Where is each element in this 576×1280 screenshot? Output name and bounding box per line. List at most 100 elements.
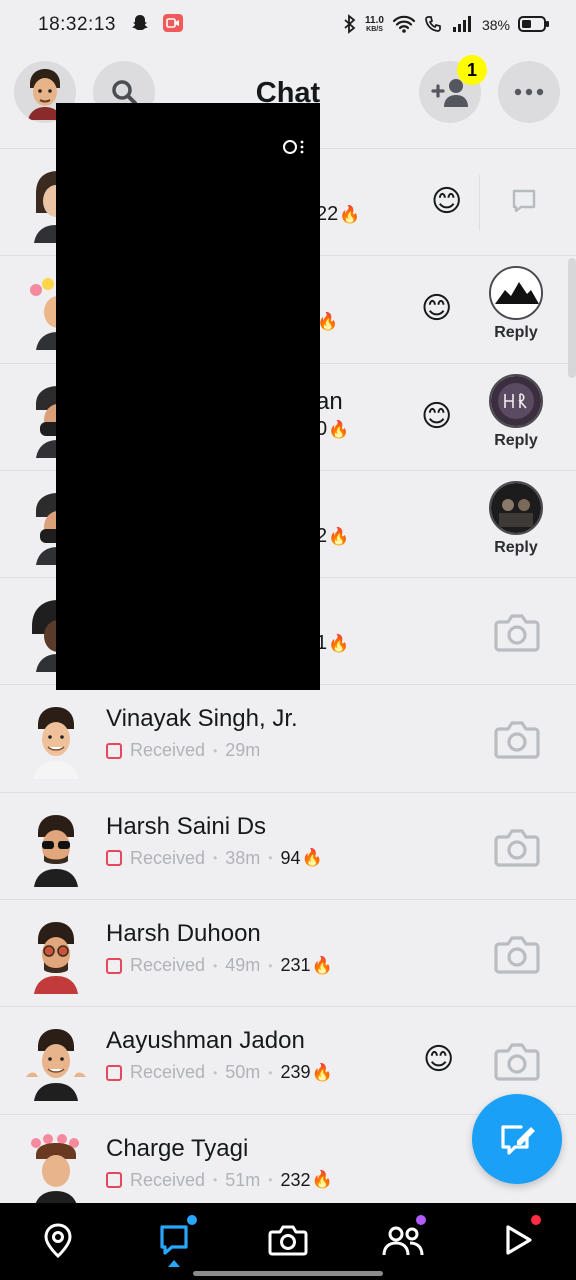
nav-chat[interactable] bbox=[151, 1213, 199, 1263]
fire-icon: 🔥 bbox=[301, 848, 323, 868]
status-time: 18:32:13 bbox=[38, 14, 116, 35]
status-time: 29m bbox=[225, 740, 261, 761]
reply-label: Reply bbox=[494, 431, 538, 449]
chat-row[interactable]: Harsh Saini Ds Received • 38m • 94 🔥 bbox=[0, 792, 576, 901]
story-reply[interactable]: Reply bbox=[488, 480, 544, 557]
nav-stories[interactable] bbox=[380, 1213, 428, 1263]
received-snap-icon bbox=[106, 1064, 122, 1081]
battery-icon bbox=[518, 15, 550, 36]
active-tab-indicator bbox=[168, 1260, 180, 1267]
chat-name: Harsh Duhoon bbox=[106, 920, 261, 948]
camera-reply-icon[interactable] bbox=[494, 717, 540, 761]
fire-icon: 🔥 bbox=[311, 1062, 333, 1082]
screen-record-icon bbox=[162, 13, 184, 38]
story-thumbnail[interactable] bbox=[489, 480, 543, 535]
friend-avatar bbox=[26, 1029, 86, 1102]
friend-emoji: 😊 bbox=[421, 292, 453, 326]
nav-map[interactable] bbox=[35, 1217, 81, 1263]
chat-bubble-icon[interactable] bbox=[510, 187, 538, 220]
home-indicator[interactable] bbox=[193, 1271, 383, 1276]
reply-label: Reply bbox=[494, 324, 538, 342]
chat-status: Received • 29m bbox=[106, 740, 260, 761]
friends-icon bbox=[382, 1226, 424, 1256]
network-speed: 11.0 KB/S bbox=[365, 16, 384, 34]
wifi-calling-icon bbox=[424, 14, 444, 37]
friend-emoji: 😊 bbox=[431, 185, 463, 218]
camera-icon bbox=[268, 1225, 308, 1256]
story-thumbnail[interactable] bbox=[489, 266, 543, 321]
status-label: Received bbox=[130, 1062, 206, 1083]
camera-reply-icon[interactable] bbox=[494, 932, 540, 976]
received-snap-icon bbox=[106, 850, 122, 867]
chat-name-partial: an bbox=[316, 387, 343, 415]
status-time: 51m bbox=[225, 1169, 261, 1190]
received-snap-icon bbox=[106, 1172, 122, 1189]
more-dots-icon bbox=[514, 88, 544, 96]
camera-reply-icon[interactable] bbox=[494, 1039, 540, 1083]
status-time: 50m bbox=[225, 1062, 261, 1083]
network-speed-unit: KB/S bbox=[366, 26, 383, 33]
chat-status: Received • 38m • 94 🔥 bbox=[106, 848, 323, 869]
chat-row[interactable]: Aayushman Jadon Received • 50m • 239 🔥 😊 bbox=[0, 1007, 576, 1115]
camera-reply-icon[interactable] bbox=[494, 825, 540, 869]
compose-chat-icon bbox=[501, 1125, 535, 1155]
camera-reply-icon[interactable] bbox=[494, 610, 540, 654]
status-time: 38m bbox=[225, 847, 261, 868]
overlay-control-icon bbox=[282, 139, 308, 155]
network-speed-value: 11.0 bbox=[365, 15, 384, 26]
chat-icon bbox=[160, 1225, 188, 1255]
streak-count: 239 bbox=[280, 1062, 311, 1083]
friend-avatar bbox=[31, 1133, 79, 1203]
streak-count-partial: 0🔥 bbox=[316, 417, 350, 440]
notification-badge: 1 bbox=[457, 55, 487, 85]
received-snap-icon bbox=[106, 957, 122, 974]
new-chat-button[interactable] bbox=[472, 1094, 562, 1184]
bottom-navigation bbox=[0, 1203, 576, 1280]
chat-name: Vinayak Singh, Jr. bbox=[106, 705, 298, 733]
chat-row[interactable]: Harsh Duhoon Received • 49m • 231 🔥 bbox=[0, 900, 576, 1008]
chat-name: Harsh Saini Ds bbox=[106, 812, 267, 840]
received-snap-icon bbox=[106, 742, 122, 759]
more-options-button[interactable] bbox=[498, 61, 560, 123]
chat-status: Received • 50m • 239 🔥 bbox=[106, 1062, 333, 1083]
chat-name: Aayushman Jadon bbox=[106, 1027, 305, 1055]
chat-notification-dot bbox=[185, 1213, 199, 1227]
streak-count-partial: 1🔥 bbox=[316, 632, 350, 655]
signal-icon bbox=[452, 15, 474, 36]
battery-percent: 38% bbox=[481, 17, 510, 33]
friend-avatar bbox=[34, 922, 78, 995]
row-divider bbox=[479, 175, 480, 231]
play-icon bbox=[506, 1225, 532, 1255]
streak-count: 94 bbox=[280, 847, 301, 868]
nav-spotlight[interactable] bbox=[495, 1213, 543, 1263]
scroll-indicator[interactable] bbox=[568, 258, 576, 378]
status-label: Received bbox=[130, 847, 206, 868]
wifi-icon bbox=[392, 15, 416, 36]
story-thumbnail[interactable] bbox=[489, 373, 543, 428]
streak-count: 232 bbox=[280, 1169, 311, 1190]
friend-emoji: 😊 bbox=[421, 399, 453, 433]
status-time: 49m bbox=[225, 955, 261, 976]
chat-row[interactable]: Vinayak Singh, Jr. Received • 29m bbox=[0, 685, 576, 793]
snapchat-ghost-icon bbox=[130, 13, 150, 38]
chat-status: Received • 49m • 231 🔥 bbox=[106, 955, 333, 976]
stories-notification-dot bbox=[414, 1213, 428, 1227]
status-label: Received bbox=[130, 740, 206, 761]
status-label: Received bbox=[130, 1169, 206, 1190]
nav-camera[interactable] bbox=[265, 1217, 311, 1263]
fire-icon: 🔥 bbox=[311, 955, 333, 975]
streak-count-partial: 22🔥 bbox=[316, 203, 361, 225]
story-reply[interactable]: Reply bbox=[488, 266, 544, 342]
friend-emoji: 😊 bbox=[423, 1043, 455, 1077]
map-pin-icon bbox=[44, 1223, 72, 1258]
story-reply[interactable]: Reply bbox=[488, 373, 544, 450]
streak-count: 231 bbox=[280, 955, 311, 976]
add-friend-button[interactable]: 1 bbox=[419, 55, 487, 123]
redaction-overlay bbox=[56, 103, 320, 690]
spotlight-notification-dot bbox=[529, 1213, 543, 1227]
fire-icon: 🔥 bbox=[311, 1170, 333, 1190]
status-label: Received bbox=[130, 955, 206, 976]
friend-avatar bbox=[34, 707, 78, 780]
status-bar: 18:32:13 11.0 KB/S 38% bbox=[0, 0, 576, 50]
reply-label: Reply bbox=[494, 538, 538, 556]
